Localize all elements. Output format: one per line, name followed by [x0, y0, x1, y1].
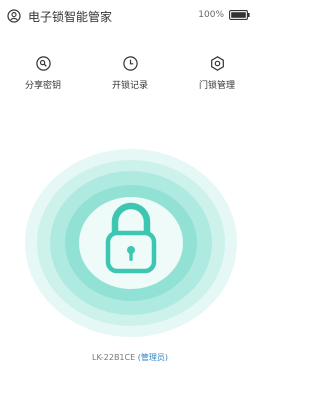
unlock-records-button[interactable]: 开锁记录 [95, 56, 165, 96]
search-key-icon [35, 56, 51, 71]
gear-icon [210, 56, 224, 71]
lock-management-label: 门锁管理 [198, 81, 235, 91]
device-role[interactable]: (管理员) [138, 353, 168, 362]
unlock-records-label: 开锁记录 [111, 81, 148, 91]
unlock-area[interactable] [25, 149, 237, 337]
lock-management-button[interactable]: 门锁管理 [182, 56, 252, 96]
battery-icon [229, 10, 250, 20]
quick-actions: 分享密钥 开锁记录 门锁管理 [0, 56, 260, 96]
app-title: 电子锁智能管家 [28, 10, 113, 24]
clock-icon [122, 56, 138, 71]
device-id: LK-22B1CE [92, 353, 136, 362]
battery-level: 100% [198, 10, 224, 20]
app-header: 电子锁智能管家 100% [0, 0, 260, 34]
share-key-button[interactable]: 分享密钥 [8, 56, 78, 96]
share-key-label: 分享密钥 [24, 81, 61, 91]
user-icon[interactable] [7, 9, 21, 23]
device-info: LK-22B1CE (管理员) [0, 352, 260, 363]
